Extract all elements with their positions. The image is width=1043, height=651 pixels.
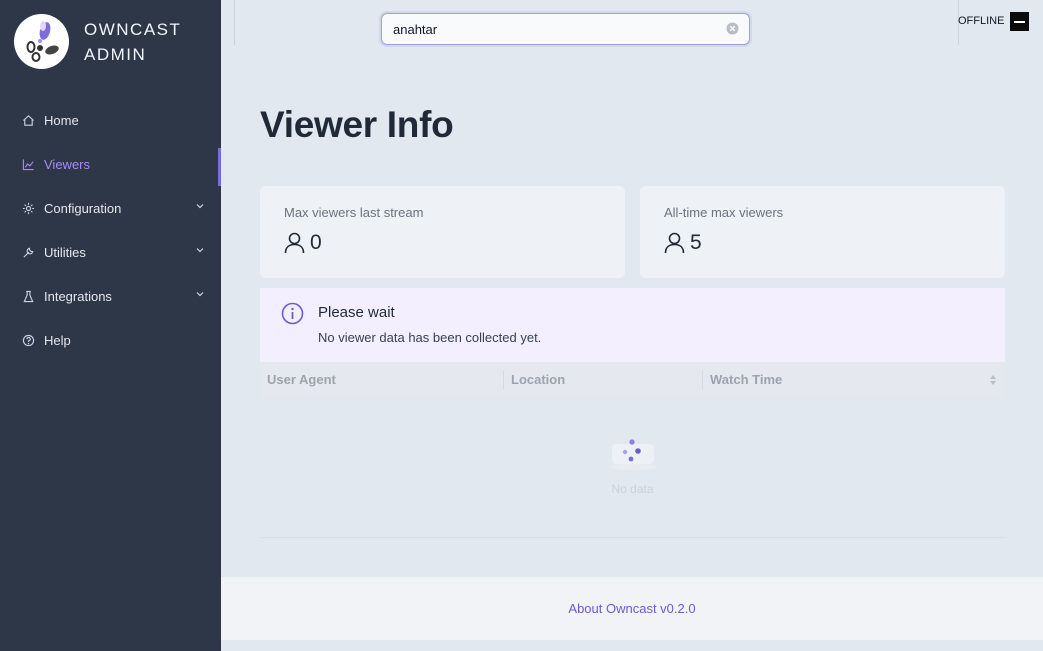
sidebar-item-viewers[interactable]: Viewers: [0, 142, 221, 186]
search-input[interactable]: [393, 20, 713, 38]
brand-title: OWNCAST ADMIN: [84, 17, 181, 67]
stat-card-all-time-max: All-time max viewers 5: [640, 186, 1005, 278]
column-divider: [503, 370, 504, 390]
wrench-icon: [23, 247, 34, 258]
user-icon: [284, 232, 305, 254]
brand-line-2: ADMIN: [84, 44, 147, 64]
home-icon: [23, 114, 34, 126]
sidebar-item-label: Help: [44, 332, 71, 348]
page-title: Viewer Info: [260, 104, 454, 145]
alert-title: Please wait: [318, 304, 395, 321]
brand-line-1: OWNCAST: [84, 19, 182, 39]
sidebar-item-label: Configuration: [44, 200, 122, 216]
table-empty-state: No data: [560, 430, 705, 510]
sort-icon[interactable]: [989, 373, 997, 387]
stream-status-label: OFFLINE: [958, 15, 1005, 27]
info-alert: Please wait No viewer data has been coll…: [260, 288, 1005, 362]
sidebar-item-label: Home: [44, 112, 79, 128]
column-header-location[interactable]: Location: [511, 372, 565, 387]
sidebar-item-home[interactable]: Home: [0, 98, 221, 142]
top-header: OFFLINE: [221, 0, 1043, 57]
stat-card-max-last-stream: Max viewers last stream 0: [260, 186, 625, 278]
line-chart-icon: [22, 158, 34, 170]
sidebar: OWNCAST ADMIN Home Viewers Configuration…: [0, 0, 221, 651]
viewers-table-header: User Agent Location Watch Time: [260, 362, 1005, 398]
empty-text: No data: [611, 482, 654, 496]
column-divider: [702, 370, 703, 390]
gear-icon: [22, 202, 35, 214]
sidebar-item-utilities[interactable]: Utilities: [0, 230, 221, 274]
flask-icon: [23, 290, 34, 302]
loading-spinner-icon: [609, 439, 657, 470]
header-divider: [234, 0, 235, 45]
question-circle-icon: [22, 334, 35, 346]
stat-value: 0: [310, 231, 322, 254]
clear-icon[interactable]: [726, 22, 739, 35]
table-bottom-border: [260, 537, 1005, 538]
column-header-user-agent[interactable]: User Agent: [267, 372, 336, 387]
stat-label: All-time max viewers: [664, 205, 784, 220]
stat-value: 5: [690, 231, 702, 254]
chevron-down-icon: [196, 248, 204, 253]
owncast-logo: [14, 14, 69, 69]
stat-value-wrap: 0: [284, 231, 322, 255]
stat-value-wrap: 5: [664, 231, 702, 255]
alert-description: No viewer data has been collected yet.: [318, 330, 542, 345]
sidebar-item-configuration[interactable]: Configuration: [0, 186, 221, 230]
sidebar-item-help[interactable]: Help: [0, 318, 221, 362]
chevron-down-icon: [196, 292, 204, 297]
brand[interactable]: OWNCAST ADMIN: [14, 14, 181, 69]
footer: About Owncast v0.2.0: [221, 577, 1043, 640]
sidebar-nav: Home Viewers Configuration Utilities Int…: [0, 98, 221, 362]
about-owncast-link[interactable]: About Owncast v0.2.0: [221, 601, 1043, 616]
sidebar-item-label: Viewers: [44, 156, 91, 172]
sidebar-item-label: Utilities: [44, 244, 86, 260]
info-circle-icon: [281, 302, 304, 325]
chevron-down-icon: [196, 204, 204, 209]
sidebar-item-integrations[interactable]: Integrations: [0, 274, 221, 318]
status-toggle-button[interactable]: [1010, 12, 1029, 31]
search-box[interactable]: [381, 13, 750, 45]
stat-label: Max viewers last stream: [284, 205, 424, 220]
column-header-watch-time[interactable]: Watch Time: [710, 372, 782, 387]
user-icon: [664, 232, 685, 254]
sidebar-item-label: Integrations: [44, 288, 112, 304]
